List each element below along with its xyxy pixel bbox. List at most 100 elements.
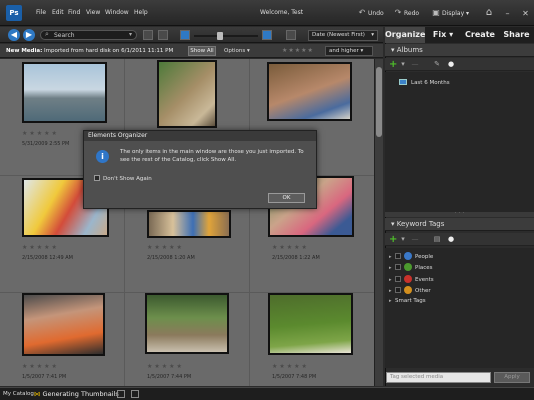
photo-thumbnail[interactable] xyxy=(268,293,353,355)
photo-thumbnail[interactable] xyxy=(145,293,229,354)
tab-share[interactable]: Share xyxy=(499,27,534,43)
albums-toolbar: + ▾ — ✎ ● xyxy=(385,58,534,71)
status-icon[interactable] xyxy=(117,390,125,398)
tag-smart-tags[interactable]: ▸ Smart Tags xyxy=(389,297,426,305)
menu-edit[interactable]: Edit xyxy=(52,9,64,16)
rating-filter-stars[interactable]: ★★★★★ xyxy=(282,47,314,54)
tag-people[interactable]: ▸ People xyxy=(389,252,433,260)
menu-help[interactable]: Help xyxy=(134,9,148,16)
rating-stars[interactable]: ★★★★★ xyxy=(22,130,59,137)
rating-filter-select[interactable]: and higher ▾ xyxy=(325,46,373,56)
checkbox xyxy=(395,276,401,282)
forward-arrow-icon[interactable]: ▶ xyxy=(23,29,35,41)
chevron-down-icon: ▾ xyxy=(128,31,132,38)
apply-button[interactable]: Apply xyxy=(494,372,530,383)
add-tag-icon[interactable]: + xyxy=(389,234,397,245)
chevron-down-icon[interactable]: ▾ xyxy=(399,60,407,68)
albums-header[interactable]: ▾ Albums xyxy=(385,44,534,57)
import-tag-icon[interactable]: ▤ xyxy=(433,235,441,243)
delete-tag-icon[interactable]: — xyxy=(411,235,419,243)
menu-find[interactable]: Find xyxy=(68,9,80,16)
tab-fix[interactable]: Fix ▾ xyxy=(425,27,461,43)
keyword-tags-header[interactable]: ▾ Keyword Tags xyxy=(385,218,534,231)
photo-thumbnail[interactable] xyxy=(157,60,217,128)
photo-date: 2/15/2008 1:20 AM xyxy=(147,255,195,261)
tag-events[interactable]: ▸ Events xyxy=(389,275,434,283)
photo-thumbnail[interactable] xyxy=(22,293,105,356)
ok-button[interactable]: OK xyxy=(268,193,305,203)
album-item-last-6-months[interactable]: Last 6 Months xyxy=(399,79,450,86)
add-album-icon[interactable]: + xyxy=(389,59,397,70)
menu-window[interactable]: Window xyxy=(105,9,129,16)
bulb-icon[interactable]: ● xyxy=(447,60,455,68)
photo-date: 2/15/2008 12:49 AM xyxy=(22,255,73,261)
panel-tabs: Organize Fix ▾ Create Share xyxy=(385,27,534,43)
media-cell[interactable]: ★★★★★ 1/5/2007 7:41 PM xyxy=(0,293,125,386)
rating-stars[interactable]: ★★★★★ xyxy=(147,244,184,251)
redo-icon: ↷ xyxy=(394,8,402,17)
fullscreen-icon[interactable] xyxy=(286,30,296,40)
small-thumbnail-icon[interactable] xyxy=(180,30,190,40)
photo-date: 2/15/2008 1:22 AM xyxy=(272,255,320,261)
photo-thumbnail[interactable] xyxy=(147,210,231,238)
checkbox[interactable] xyxy=(94,175,100,181)
photo-date: 1/5/2007 7:44 PM xyxy=(147,374,192,380)
view-filmstrip-icon[interactable] xyxy=(158,30,168,40)
settings-icon[interactable] xyxy=(131,390,139,398)
welcome-text: Welcome, Test xyxy=(260,9,304,16)
menu-view[interactable]: View xyxy=(86,9,100,16)
checkbox xyxy=(395,253,401,259)
new-media-bar: New Media: Imported from hard disk on 6/… xyxy=(0,44,383,58)
people-tag-icon xyxy=(404,252,412,260)
large-thumbnail-icon[interactable] xyxy=(262,30,272,40)
tag-places[interactable]: ▸ Places xyxy=(389,263,433,271)
tag-other[interactable]: ▸ Other xyxy=(389,286,431,294)
minimize-icon[interactable]: – xyxy=(503,9,512,18)
media-cell[interactable]: ★★★★★ 1/5/2007 7:44 PM xyxy=(125,293,250,386)
back-arrow-icon[interactable]: ◀ xyxy=(8,29,20,41)
rating-stars[interactable]: ★★★★★ xyxy=(22,363,59,370)
chevron-down-icon[interactable]: ▾ xyxy=(399,235,407,243)
album-icon xyxy=(399,79,407,85)
search-icon: ⌕ xyxy=(45,30,49,38)
edit-album-icon[interactable]: ✎ xyxy=(433,60,441,68)
rating-stars[interactable]: ★★★★★ xyxy=(272,244,309,251)
other-tag-icon xyxy=(404,286,412,294)
media-cell[interactable]: ★★★★★ 1/5/2007 7:48 PM xyxy=(250,293,374,386)
delete-album-icon[interactable]: — xyxy=(411,60,419,68)
catalog-name[interactable]: My Catalog xyxy=(3,391,34,397)
undo-icon: ↶ xyxy=(358,8,366,17)
redo-button[interactable]: ↷ Redo xyxy=(392,7,419,19)
status-bar: My Catalog ⋈ Generating Thumbnails xyxy=(0,387,534,400)
rating-stars[interactable]: ★★★★★ xyxy=(22,244,59,251)
undo-button[interactable]: ↶ Undo xyxy=(356,7,384,19)
tab-create[interactable]: Create xyxy=(461,27,499,43)
home-icon[interactable]: ⌂ xyxy=(482,6,496,20)
checkbox xyxy=(395,287,401,293)
zoom-slider[interactable] xyxy=(194,35,258,37)
dialog-title: Elements Organizer xyxy=(84,131,316,141)
close-icon[interactable]: ✕ xyxy=(521,9,530,18)
search-dropdown[interactable]: ⌕ Search ▾ xyxy=(40,30,137,40)
app-logo: Ps xyxy=(6,5,22,21)
scrollbar-thumb[interactable] xyxy=(376,67,382,137)
grid-scrollbar[interactable] xyxy=(374,59,383,386)
tab-organize[interactable]: Organize xyxy=(385,27,425,43)
rating-stars[interactable]: ★★★★★ xyxy=(272,363,309,370)
tag-selected-media-input[interactable]: Tag selected media xyxy=(386,372,491,383)
panel-splitter[interactable]: · · · xyxy=(385,211,534,217)
sort-order-select[interactable]: Date (Newest First) ▾ xyxy=(308,30,378,41)
photo-thumbnail[interactable] xyxy=(267,62,352,121)
toolbar: ◀ ▶ ⌕ Search ▾ Date (Newest First) ▾ xyxy=(0,27,383,43)
options-menu[interactable]: Options ▾ xyxy=(224,48,250,54)
show-all-button[interactable]: Show All xyxy=(188,46,216,56)
events-tag-icon xyxy=(404,275,412,283)
menu-file[interactable]: File xyxy=(36,9,46,16)
dont-show-again-checkbox[interactable]: Don't Show Again xyxy=(94,175,152,182)
view-thumbnail-icon[interactable] xyxy=(143,30,153,40)
photo-thumbnail[interactable] xyxy=(22,62,107,123)
bulb-icon[interactable]: ● xyxy=(447,235,455,243)
zoom-slider-thumb[interactable] xyxy=(217,32,223,40)
rating-stars[interactable]: ★★★★★ xyxy=(147,363,184,370)
display-button[interactable]: ▣ Display ▾ xyxy=(430,7,469,19)
